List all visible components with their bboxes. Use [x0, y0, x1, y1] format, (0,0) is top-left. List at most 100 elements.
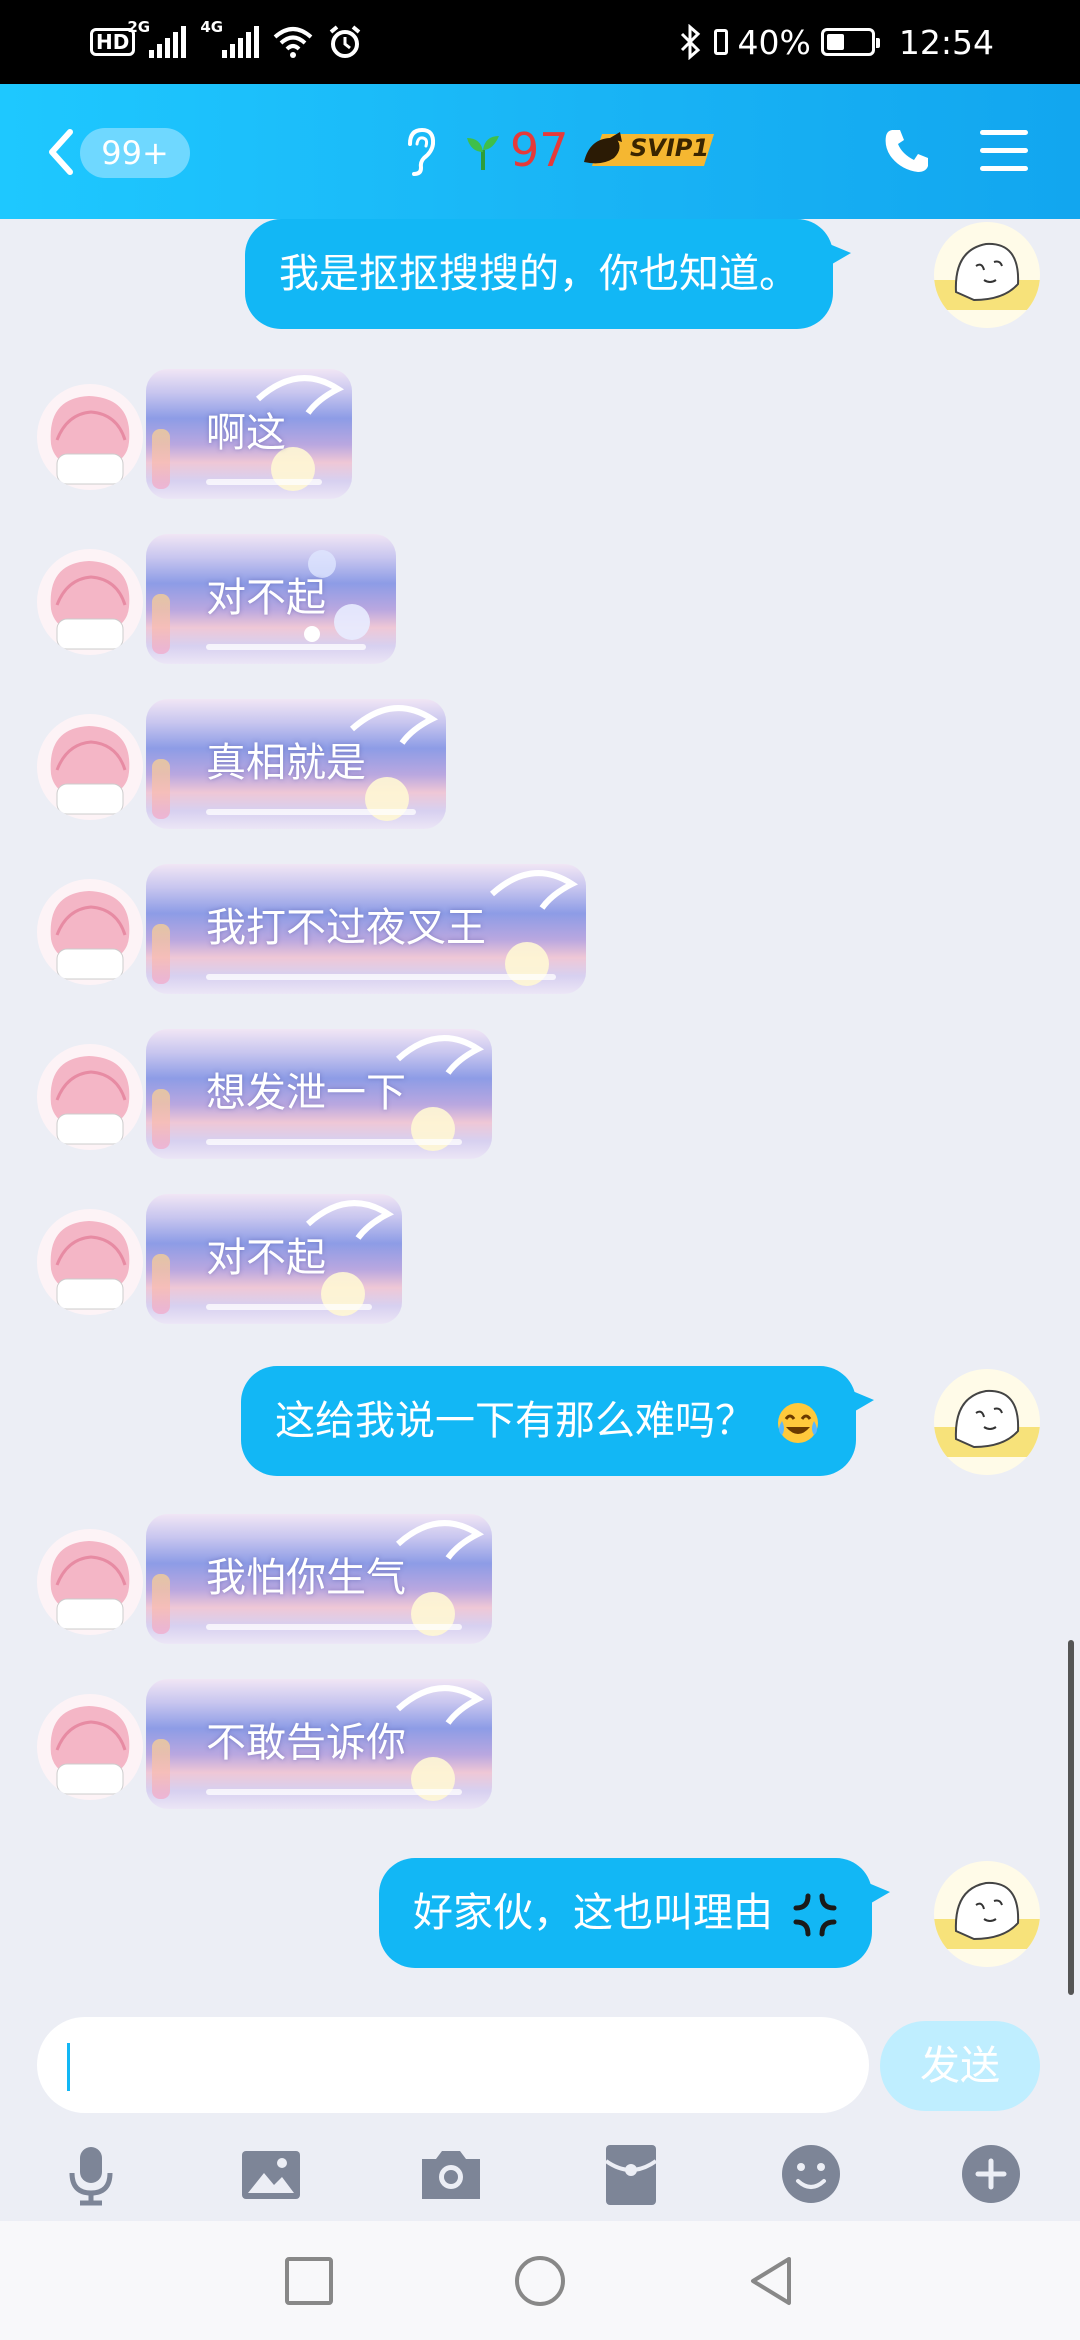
- image-icon[interactable]: [236, 2139, 306, 2209]
- avatar-me[interactable]: [934, 222, 1040, 328]
- bubble-ornament-left: [152, 594, 170, 654]
- avatar-other[interactable]: [37, 549, 143, 655]
- message-bubble-me[interactable]: 我是抠抠搜搜的，你也知道。: [245, 219, 851, 329]
- message-text: 这给我说一下有那么难吗？: [275, 1398, 755, 1444]
- battery-percent: 40%: [737, 22, 811, 62]
- bubble-ornament-left: [152, 1089, 170, 1149]
- avatar-other-image: [50, 1056, 130, 1145]
- unread-badge[interactable]: 99+: [80, 128, 190, 178]
- bubble-ornament-left: [152, 429, 170, 489]
- ear-icon[interactable]: [400, 126, 440, 178]
- bubble-ornament-left: [152, 1574, 170, 1634]
- avatar-other-image: [50, 891, 130, 980]
- bubble-stripe: [206, 1624, 462, 1630]
- recent-apps-icon[interactable]: [281, 2253, 337, 2309]
- avatar-other[interactable]: [37, 714, 143, 820]
- bubble-stripe: [206, 809, 416, 815]
- home-icon[interactable]: [512, 2253, 568, 2309]
- avatar-other[interactable]: [37, 1044, 143, 1150]
- chat-area[interactable]: 我是抠抠搜搜的，你也知道。 啊这 对不起 真相就是 我打不过夜叉王 想发泄一下 …: [0, 219, 1080, 2009]
- message-text: 我打不过夜叉王: [206, 905, 486, 951]
- plus-icon[interactable]: [956, 2139, 1026, 2209]
- svip-badge[interactable]: SVIP1: [580, 128, 716, 172]
- clock: 12:54: [898, 22, 994, 62]
- phone-call-icon[interactable]: [880, 124, 934, 178]
- message-text: 想发泄一下: [206, 1070, 406, 1116]
- message-text: 我是抠抠搜搜的，你也知道。: [279, 251, 799, 297]
- message-bubble-other[interactable]: 想发泄一下: [146, 1029, 492, 1159]
- avatar-other[interactable]: [37, 384, 143, 490]
- bubble-ornament-left: [152, 1739, 170, 1799]
- emoji-icon[interactable]: [776, 2139, 846, 2209]
- chat-header: 99+ 97 SVIP1: [0, 84, 1080, 219]
- avatar-other[interactable]: [37, 1694, 143, 1800]
- signal-icon-sim2: 4G: [200, 18, 260, 58]
- bluetooth-icon: [680, 24, 700, 60]
- sprout-icon: [467, 136, 499, 170]
- avatar-other-image: [50, 396, 130, 485]
- message-bubble-other[interactable]: 我打不过夜叉王: [146, 864, 586, 994]
- back-icon[interactable]: [743, 2253, 799, 2309]
- bubble-stripe: [206, 974, 556, 980]
- svip-label: SVIP1: [630, 134, 710, 162]
- avatar-other[interactable]: [37, 879, 143, 985]
- bubble-stripe: [206, 479, 322, 485]
- bubble-stripe: [206, 1304, 372, 1310]
- message-text: 我怕你生气: [206, 1555, 406, 1601]
- menu-icon[interactable]: [980, 130, 1028, 174]
- message-bubble-other[interactable]: 真相就是: [146, 699, 446, 829]
- alarm-icon: [330, 25, 361, 58]
- message-bubble-me[interactable]: 好家伙，这也叫理由: [379, 1858, 890, 1968]
- avatar-other-image: [50, 726, 130, 815]
- avatar-me-image: [934, 242, 1040, 310]
- message-text: 啊这: [206, 410, 286, 456]
- message-bubble-other[interactable]: 对不起: [146, 534, 396, 664]
- send-button[interactable]: 发送: [880, 2021, 1040, 2111]
- bubble-stripe: [206, 1789, 462, 1795]
- red-packet-icon[interactable]: [596, 2139, 666, 2209]
- message-input[interactable]: [37, 2017, 869, 2113]
- system-navigation-bar: [0, 2221, 1080, 2340]
- message-bubble-other[interactable]: 我怕你生气: [146, 1514, 492, 1644]
- status-left: HD 2G 4G: [90, 18, 363, 64]
- message-bubble-other[interactable]: 不敢告诉你: [146, 1679, 492, 1809]
- avatar-me-image: [934, 1389, 1040, 1457]
- bubble-ornament-left: [152, 924, 170, 984]
- message-text: 不敢告诉你: [206, 1720, 406, 1766]
- input-row: 发送: [0, 2009, 1080, 2129]
- message-bubble-other[interactable]: 啊这: [146, 369, 352, 499]
- network-type-sim2: 4G: [200, 18, 224, 36]
- message-text: 真相就是: [206, 740, 366, 786]
- message-bubble-other[interactable]: 对不起: [146, 1194, 402, 1324]
- crying-laughing-emoji: [777, 1403, 818, 1443]
- chat-scrollbar[interactable]: [1068, 1640, 1074, 1995]
- camera-icon[interactable]: [416, 2139, 486, 2209]
- input-toolbar: [0, 2129, 1080, 2221]
- bubble-ornament-left: [152, 759, 170, 819]
- microphone-icon[interactable]: [56, 2139, 126, 2209]
- battery-icon: [820, 28, 880, 56]
- avatar-other[interactable]: [37, 1209, 143, 1315]
- avatar-other-image: [50, 1541, 130, 1630]
- avatar-other-image: [50, 1706, 130, 1795]
- bubble-ornament-left: [152, 1254, 170, 1314]
- avatar-me-image: [934, 1881, 1040, 1949]
- bubble-stripe: [206, 1139, 462, 1145]
- status-bar: HD 2G 4G 40% 12:54: [0, 0, 1080, 84]
- text-cursor: [67, 2043, 70, 2091]
- avatar-other[interactable]: [37, 1529, 143, 1635]
- message-bubble-me[interactable]: 这给我说一下有那么难吗？: [241, 1366, 874, 1476]
- message-text: 好家伙，这也叫理由: [413, 1890, 773, 1936]
- wifi-icon: [274, 27, 313, 58]
- message-text: 对不起: [206, 575, 326, 621]
- battery-fill: [826, 34, 844, 50]
- bubble-stripe: [206, 644, 366, 650]
- message-text: 对不起: [206, 1235, 326, 1281]
- status-right: 40% 12:54: [678, 20, 994, 64]
- signal-icon-sim1: 2G: [127, 18, 187, 58]
- avatar-other-image: [50, 561, 130, 650]
- avatar-me[interactable]: [934, 1861, 1040, 1967]
- anger-symbol-emoji: [793, 1893, 837, 1937]
- avatar-other-image: [50, 1221, 130, 1310]
- avatar-me[interactable]: [934, 1369, 1040, 1475]
